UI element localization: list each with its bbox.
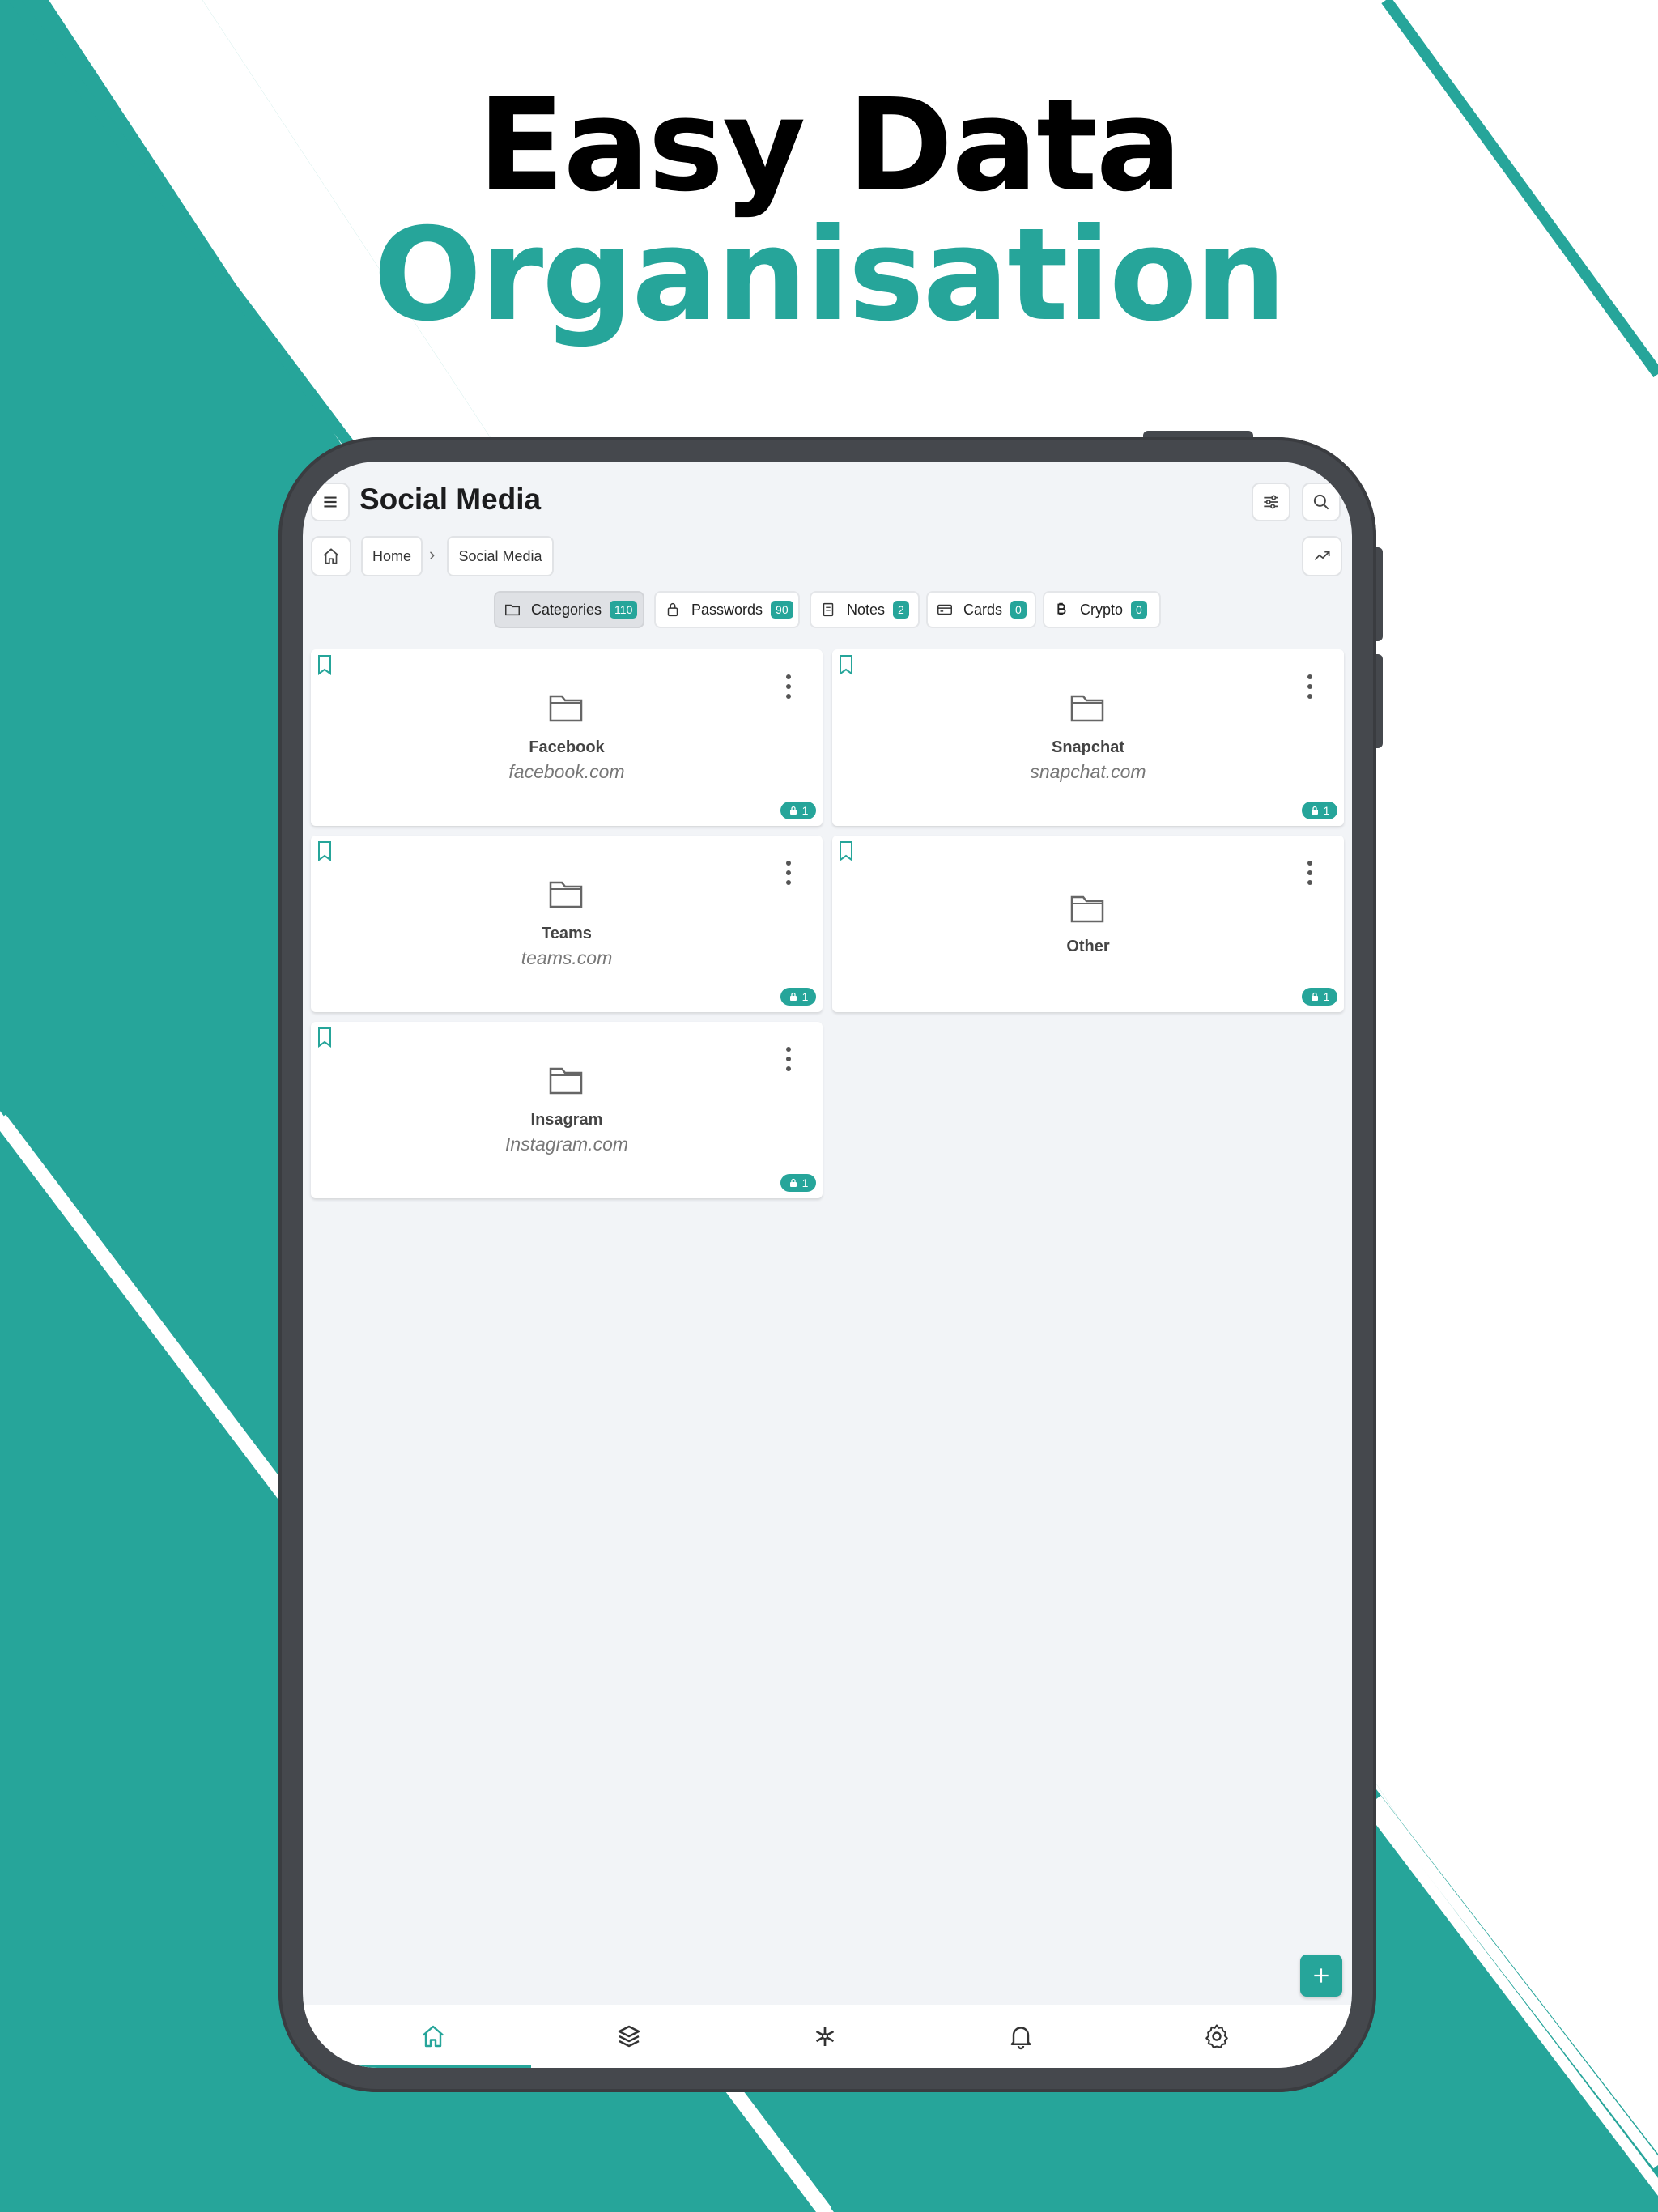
breadcrumb-social-media[interactable]: Social Media — [447, 536, 554, 576]
lock-icon — [1311, 806, 1318, 815]
breadcrumb-separator: › — [429, 544, 436, 564]
breadcrumb-home[interactable]: Home — [361, 536, 423, 576]
trending-up-icon — [1314, 551, 1330, 560]
more-options-icon[interactable] — [782, 858, 795, 887]
folder-icon — [1070, 895, 1104, 923]
item-count: 1 — [801, 990, 809, 1003]
category-url: teams.com — [521, 947, 613, 968]
nav-generator[interactable] — [727, 2005, 923, 2068]
bookmark-icon[interactable] — [314, 653, 335, 677]
tab-count-badge: 0 — [1010, 601, 1027, 619]
search-icon — [1313, 494, 1329, 510]
sliders-icon — [1264, 495, 1278, 509]
category-card-other[interactable]: Other 1 — [832, 836, 1344, 1012]
item-count-badge: 1 — [780, 988, 816, 1006]
home-icon — [323, 548, 339, 564]
layers-icon — [618, 2025, 640, 2048]
lock-icon — [789, 992, 797, 1001]
asterisk-icon — [815, 2027, 835, 2046]
bell-icon — [1010, 2027, 1031, 2050]
folder-icon — [1070, 695, 1104, 722]
more-options-icon[interactable] — [782, 672, 795, 701]
page-title: Social Media — [359, 483, 542, 516]
category-url: Instagram.com — [504, 1134, 629, 1155]
nav-active-indicator — [335, 2065, 531, 2068]
bookmark-icon[interactable] — [835, 839, 857, 863]
card-icon — [937, 604, 952, 615]
bookmark-icon[interactable] — [314, 1025, 335, 1049]
app-screen: Social Media Home › Social Media Categor… — [303, 462, 1352, 2068]
headline-line-2: Organisation — [373, 201, 1286, 350]
category-name: Snapchat — [1051, 738, 1125, 756]
item-count-badge: 1 — [1302, 988, 1337, 1006]
folder-icon — [549, 881, 583, 908]
more-options-icon[interactable] — [1303, 858, 1316, 887]
tab-count-badge: 0 — [1131, 601, 1147, 619]
tab-notes[interactable]: Notes 2 — [810, 591, 920, 628]
tab-label: Notes — [847, 601, 886, 618]
category-card-facebook[interactable]: Facebook facebook.com 1 — [311, 649, 823, 826]
more-options-icon[interactable] — [1303, 672, 1316, 701]
item-count: 1 — [1323, 990, 1330, 1003]
lock-icon — [667, 603, 678, 617]
bottom-navigation — [303, 2005, 1352, 2068]
more-options-icon[interactable] — [782, 1044, 795, 1074]
category-card-instagram[interactable]: Insagram Instagram.com 1 — [311, 1022, 823, 1198]
item-count: 1 — [1323, 804, 1330, 817]
menu-button[interactable] — [311, 483, 350, 521]
item-count: 1 — [801, 1176, 809, 1189]
plus-icon — [1314, 1968, 1329, 1983]
home-crumb-button[interactable] — [311, 536, 351, 576]
note-icon — [823, 602, 834, 617]
stats-button[interactable] — [1302, 536, 1342, 576]
tab-count-badge: 110 — [610, 601, 638, 619]
lock-icon — [789, 806, 797, 815]
nav-layers[interactable] — [531, 2005, 727, 2068]
category-name: Facebook — [529, 738, 605, 756]
category-card-teams[interactable]: Teams teams.com 1 — [311, 836, 823, 1012]
nav-notifications[interactable] — [923, 2005, 1119, 2068]
tab-crypto[interactable]: Crypto 0 — [1043, 591, 1161, 628]
nav-settings[interactable] — [1119, 2005, 1315, 2068]
item-count-badge: 1 — [1302, 802, 1337, 819]
lock-icon — [789, 1178, 797, 1187]
bookmark-icon[interactable] — [314, 839, 335, 863]
item-count-badge: 1 — [780, 802, 816, 819]
tab-cards[interactable]: Cards 0 — [926, 591, 1036, 628]
item-count-badge: 1 — [780, 1174, 816, 1192]
tab-label: Categories — [531, 601, 602, 618]
tab-categories[interactable]: Categories 110 — [494, 591, 644, 628]
folder-icon — [549, 695, 583, 722]
filter-button[interactable] — [1252, 483, 1290, 521]
category-name: Insagram — [530, 1111, 603, 1129]
category-card-snapchat[interactable]: Snapchat snapchat.com 1 — [832, 649, 1344, 826]
menu-icon — [324, 496, 337, 508]
bitcoin-icon — [1057, 602, 1066, 615]
category-name: Teams — [542, 925, 592, 942]
tab-count-badge: 2 — [893, 601, 909, 619]
headline-line-1: Easy Data — [477, 71, 1183, 220]
category-url: snapchat.com — [1030, 761, 1146, 782]
tab-label: Cards — [963, 601, 1003, 618]
folder-icon — [505, 604, 520, 616]
item-count: 1 — [801, 804, 809, 817]
category-name: Other — [1066, 938, 1110, 955]
nav-home[interactable] — [335, 2005, 531, 2068]
folder-icon — [549, 1067, 583, 1095]
lock-icon — [1311, 992, 1318, 1001]
category-url: facebook.com — [508, 761, 625, 782]
tab-passwords[interactable]: Passwords 90 — [654, 591, 800, 628]
add-button[interactable] — [1300, 1955, 1342, 1997]
tab-label: Passwords — [691, 601, 763, 618]
tab-label: Crypto — [1080, 601, 1124, 618]
bookmark-icon[interactable] — [835, 653, 857, 677]
search-button[interactable] — [1302, 483, 1341, 521]
gear-icon — [1205, 2024, 1228, 2048]
tab-count-badge: 90 — [771, 601, 793, 619]
home-icon — [423, 2025, 444, 2048]
